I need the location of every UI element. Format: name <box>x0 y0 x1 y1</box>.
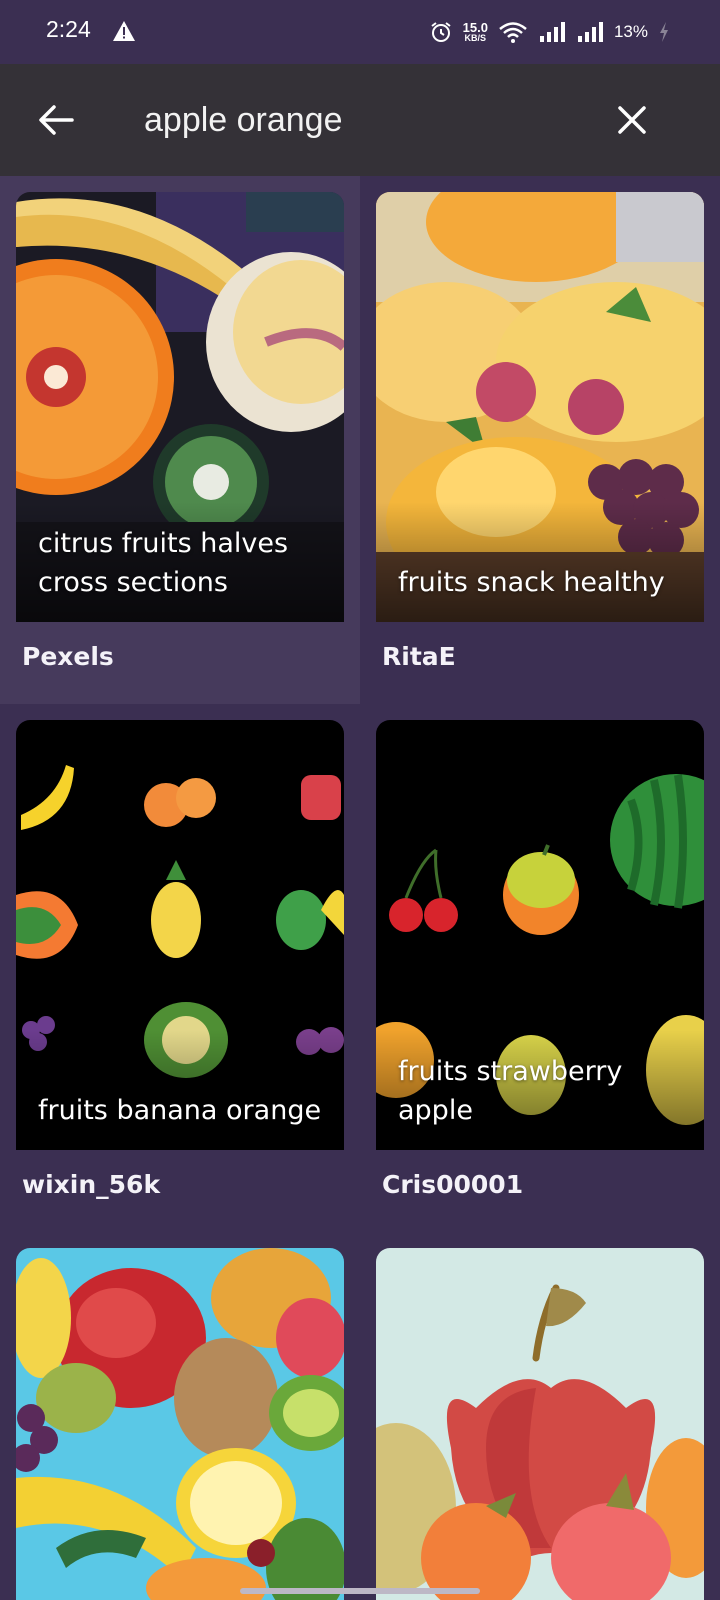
caption-shade <box>16 1030 344 1150</box>
result-caption: citrus fruits halves cross sections <box>38 528 289 598</box>
result-thumbnail[interactable]: fruits banana orange <box>16 720 344 1150</box>
arrow-left-icon <box>39 105 74 135</box>
result-thumbnail[interactable]: fruits strawberry apple <box>376 720 704 1150</box>
result-card[interactable]: citrus fruits halves cross sections Pexe… <box>0 176 360 704</box>
result-card[interactable]: fruits strawberry apple Cris00001 <box>360 704 720 1232</box>
result-card[interactable] <box>360 1232 720 1600</box>
close-icon <box>618 106 646 134</box>
result-thumbnail[interactable] <box>376 1248 704 1600</box>
result-caption: fruits strawberry apple <box>398 1056 623 1126</box>
caption-shade <box>376 502 704 622</box>
charging-icon <box>660 22 668 42</box>
warning-icon <box>113 21 135 41</box>
search-bar <box>0 64 720 176</box>
wifi-icon <box>499 22 527 43</box>
result-card[interactable]: fruits banana orange wixin_56k <box>0 704 360 1232</box>
result-card[interactable]: fruits snack healthy RitaE <box>360 176 720 704</box>
result-caption: fruits snack healthy <box>398 567 665 598</box>
result-author[interactable]: RitaE <box>382 642 456 671</box>
result-thumbnail[interactable]: fruits snack healthy <box>376 192 704 622</box>
result-author[interactable]: Pexels <box>22 642 114 671</box>
apple-illustration-image <box>376 1248 704 1600</box>
result-author[interactable]: wixin_56k <box>22 1170 160 1199</box>
signal-icon <box>539 22 565 42</box>
result-thumbnail[interactable]: citrus fruits halves cross sections <box>16 192 344 622</box>
search-input[interactable] <box>144 90 584 150</box>
result-author[interactable]: Cris00001 <box>382 1170 523 1199</box>
fruit-illustration-image <box>16 1248 344 1600</box>
status-time: 2:24 <box>46 16 91 42</box>
back-button[interactable] <box>32 96 80 144</box>
battery-percent: 13% <box>613 22 648 41</box>
result-card[interactable] <box>0 1232 360 1600</box>
status-icons: 15.0 KB/S 13% <box>429 16 670 48</box>
signal-icon <box>577 22 603 42</box>
alarm-icon <box>431 22 451 42</box>
net-speed: 15.0 KB/S <box>463 21 488 43</box>
clear-search-button[interactable] <box>608 96 656 144</box>
result-thumbnail[interactable] <box>16 1248 344 1600</box>
navigation-handle[interactable] <box>240 1588 480 1594</box>
status-bar: 2:24 15.0 KB/S 13% <box>0 0 720 64</box>
net-speed-unit: KB/S <box>464 33 487 43</box>
result-caption: fruits banana orange <box>38 1095 322 1126</box>
